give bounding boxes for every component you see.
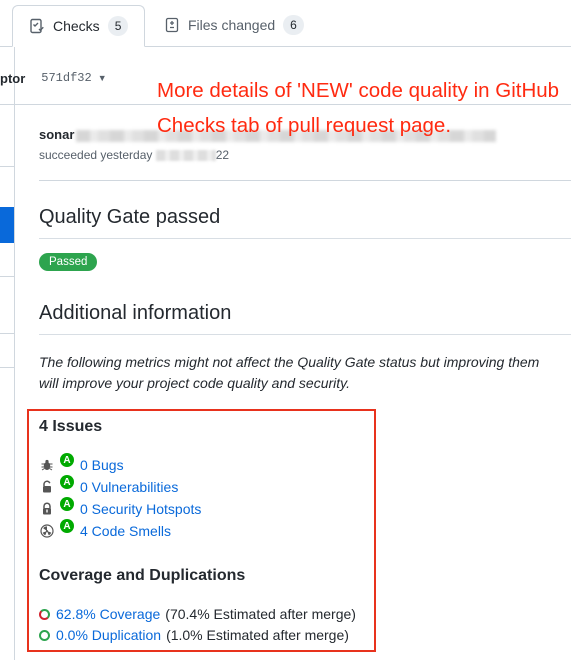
duplication-ring-icon bbox=[39, 629, 50, 641]
coverage-heading: Coverage and Duplications bbox=[39, 567, 246, 584]
divider bbox=[39, 334, 571, 335]
coverage-item: 62.8% Coverage (70.4% Estimated after me… bbox=[39, 604, 356, 624]
tab-checks[interactable]: Checks 5 bbox=[12, 5, 145, 47]
issue-item-code-smells: A 4 Code Smells bbox=[40, 519, 171, 541]
issue-item-security-hotspots: A 0 Security Hotspots bbox=[40, 497, 201, 519]
check-run-status-text: succeeded yesterday bbox=[39, 148, 153, 162]
additional-info-heading: Additional information bbox=[39, 302, 232, 324]
coverage-ring-icon bbox=[39, 608, 50, 620]
redacted-text bbox=[155, 150, 216, 162]
status-badge: Passed bbox=[39, 253, 98, 271]
grade-badge: A bbox=[60, 519, 74, 533]
sidebar-selected-item[interactable] bbox=[0, 207, 14, 243]
annotation-text: More details of 'NEW' code quality in Gi… bbox=[157, 79, 560, 137]
commit-author: ptor bbox=[0, 70, 26, 86]
sidebar-divider bbox=[0, 367, 14, 368]
duplication-estimate: (1.0% Estimated after merge) bbox=[166, 627, 349, 643]
bugs-link[interactable]: 0 Bugs bbox=[80, 457, 124, 473]
sidebar-divider bbox=[0, 333, 14, 334]
commit-selector[interactable]: ptor 571df32 ▼ bbox=[0, 66, 107, 90]
duplication-link[interactable]: 0.0% Duplication bbox=[56, 627, 161, 643]
coverage-estimate: (70.4% Estimated after merge) bbox=[165, 606, 356, 622]
commit-sha: 571df32 bbox=[41, 71, 92, 85]
code-smells-link[interactable]: 4 Code Smells bbox=[80, 523, 171, 539]
issue-item-vulnerabilities: A 0 Vulnerabilities bbox=[40, 475, 178, 497]
check-run-name-text: sonar bbox=[39, 127, 75, 142]
tab-checks-count: 5 bbox=[107, 16, 129, 36]
chevron-down-icon: ▼ bbox=[97, 73, 107, 83]
issues-heading: 4 Issues bbox=[39, 418, 103, 435]
check-run-status-tail: 22 bbox=[215, 148, 230, 162]
quality-gate-heading: Quality Gate passed bbox=[39, 206, 221, 228]
sidebar-divider bbox=[0, 166, 14, 167]
sidebar-divider bbox=[0, 276, 14, 277]
file-diff-icon bbox=[165, 17, 179, 33]
coverage-link[interactable]: 62.8% Coverage bbox=[56, 606, 160, 622]
grade-badge: A bbox=[60, 497, 74, 511]
checks-sidebar bbox=[0, 47, 15, 660]
grade-badge: A bbox=[60, 453, 74, 467]
divider bbox=[39, 238, 571, 239]
hotspot-lock-icon bbox=[43, 502, 51, 515]
duplication-item: 0.0% Duplication (1.0% Estimated after m… bbox=[39, 625, 349, 645]
additional-info-description: The following metrics might not affect t… bbox=[39, 354, 540, 391]
tab-files-changed[interactable]: Files changed 6 bbox=[160, 5, 304, 45]
tab-bar: Checks 5 Files changed 6 bbox=[0, 0, 571, 47]
bug-icon bbox=[41, 459, 53, 471]
grade-badge: A bbox=[60, 475, 74, 489]
code-smell-icon bbox=[40, 524, 54, 538]
tab-files-changed-count: 6 bbox=[283, 15, 304, 35]
tab-checks-label: Checks bbox=[53, 18, 100, 34]
issue-item-bugs: A 0 Bugs bbox=[40, 453, 124, 475]
checklist-icon bbox=[30, 18, 44, 34]
lock-open-icon bbox=[43, 480, 51, 493]
security-hotspots-link[interactable]: 0 Security Hotspots bbox=[80, 501, 201, 517]
check-run-status: succeeded yesterday 22 bbox=[39, 148, 229, 162]
vulnerabilities-link[interactable]: 0 Vulnerabilities bbox=[80, 479, 178, 495]
divider bbox=[39, 180, 571, 181]
tab-files-changed-label: Files changed bbox=[188, 17, 276, 33]
